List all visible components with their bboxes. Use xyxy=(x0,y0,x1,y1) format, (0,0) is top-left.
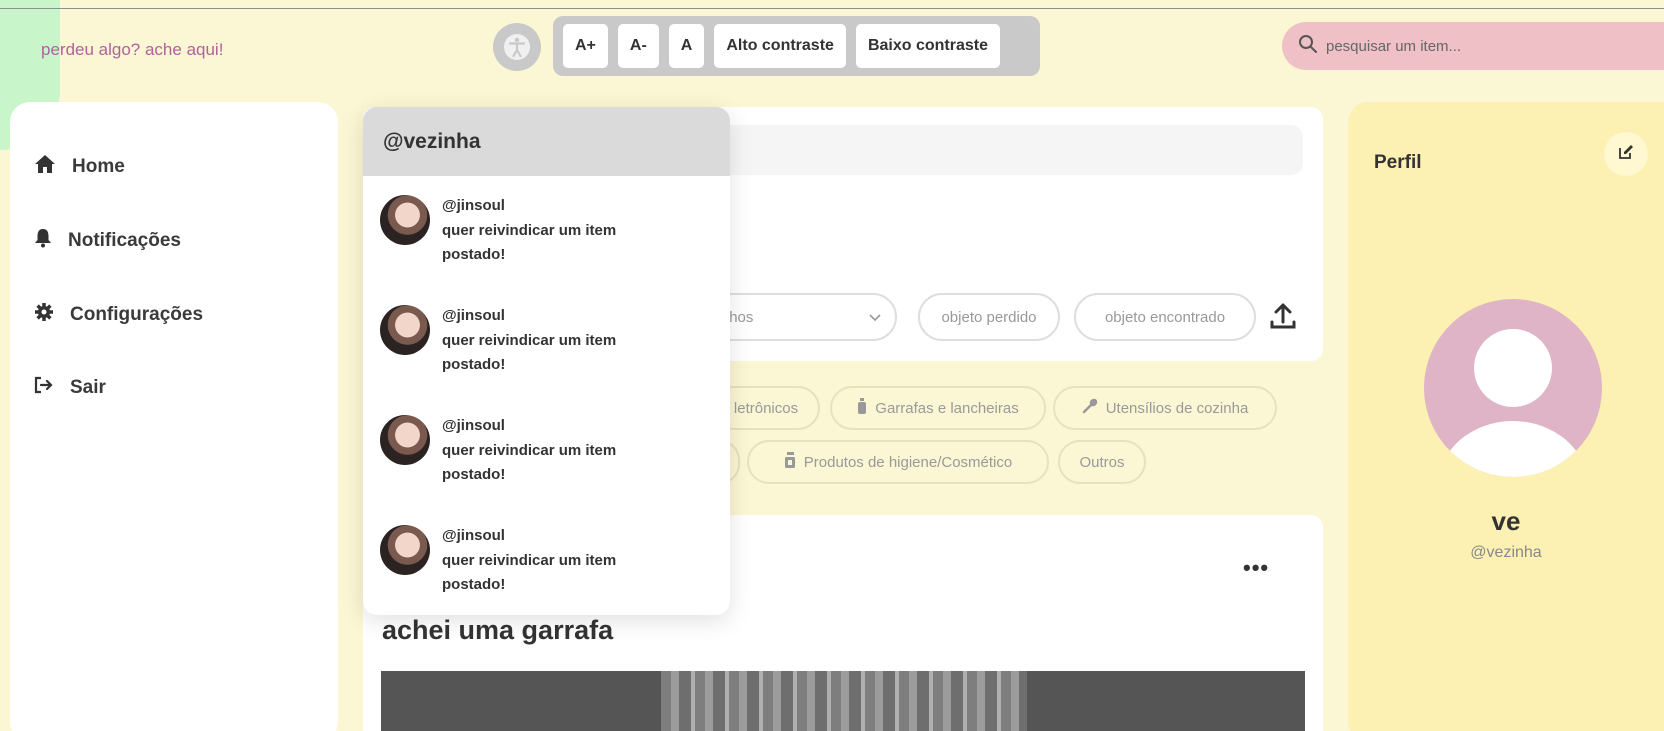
home-icon xyxy=(34,154,56,180)
gear-icon xyxy=(34,302,54,328)
sidebar-item-label: Home xyxy=(72,156,125,177)
avatar xyxy=(380,525,430,575)
sidebar-item-label: Sair xyxy=(70,377,106,398)
search-input[interactable] xyxy=(1326,37,1626,55)
profile-panel: Perfil ve @vezinha xyxy=(1348,102,1664,731)
font-reset-button[interactable]: A xyxy=(668,24,705,68)
lost-object-button[interactable]: objeto perdido xyxy=(918,293,1060,341)
filter-chip-bottles[interactable]: Garrafas e lancheiras xyxy=(830,386,1046,430)
filter-chip-kitchen[interactable]: Utensílios de cozinha xyxy=(1053,386,1277,430)
notification-item[interactable]: @jinsoul quer reivindicar um item postad… xyxy=(380,415,720,505)
notification-user: @jinsoul xyxy=(442,417,505,434)
edit-profile-button[interactable] xyxy=(1604,132,1648,176)
avatar xyxy=(380,305,430,355)
avatar xyxy=(380,415,430,465)
notification-user: @jinsoul xyxy=(442,197,505,214)
search-icon[interactable] xyxy=(1298,34,1318,59)
notification-text: quer reivindicar um item postado! xyxy=(442,332,617,373)
avatar xyxy=(380,195,430,245)
bottle-icon xyxy=(857,398,867,418)
sidebar-item-settings[interactable]: Configurações xyxy=(34,302,203,328)
accessibility-icon[interactable] xyxy=(493,23,541,71)
post-image xyxy=(381,671,1305,731)
notification-text: quer reivindicar um item postado! xyxy=(442,442,617,483)
notification-item[interactable]: @jinsoul quer reivindicar um item postad… xyxy=(380,195,720,285)
chevron-down-icon xyxy=(869,309,881,326)
chip-label: Produtos de higiene/Cosmético xyxy=(803,453,1013,471)
profile-handle: @vezinha xyxy=(1470,544,1542,561)
sidebar-item-notifications[interactable]: Notificações xyxy=(34,228,181,254)
profile-name: ve xyxy=(1491,506,1521,536)
profile-title: Perfil xyxy=(1374,152,1422,173)
profile-avatar xyxy=(1424,299,1602,477)
top-divider xyxy=(0,8,1664,9)
avatar-body-shape xyxy=(1438,421,1588,477)
filter-chip-hygiene[interactable]: Produtos de higiene/Cosmético xyxy=(747,440,1049,484)
search-bar xyxy=(1282,22,1664,70)
notification-item[interactable]: @jinsoul quer reivindicar um item postad… xyxy=(380,305,720,395)
chip-label: Garrafas e lancheiras xyxy=(875,399,1019,417)
font-increase-button[interactable]: A+ xyxy=(563,24,608,68)
notification-user: @jinsoul xyxy=(442,527,505,544)
bell-icon xyxy=(34,228,52,254)
notifications-dropdown: @vezinha @jinsoul quer reivindicar um it… xyxy=(363,107,730,615)
font-decrease-button[interactable]: A- xyxy=(617,24,659,68)
notification-text: quer reivindicar um item postado! xyxy=(442,552,617,593)
upload-icon[interactable] xyxy=(1270,302,1296,335)
notification-item[interactable]: @jinsoul quer reivindicar um item postad… xyxy=(380,525,720,615)
high-contrast-button[interactable]: Alto contraste xyxy=(714,24,846,68)
sidebar: Home Notificações Configurações Sair xyxy=(10,102,338,731)
sidebar-item-label: Notificações xyxy=(68,230,181,251)
accessibility-toolbar: A+ A- A Alto contraste Baixo contraste xyxy=(553,16,1040,76)
edit-icon xyxy=(1618,144,1634,165)
sidebar-item-logout[interactable]: Sair xyxy=(34,376,106,400)
spoon-icon xyxy=(1082,398,1098,418)
brand-tagline[interactable]: perdeu algo? ache aqui! xyxy=(41,40,223,60)
notifications-header: @vezinha xyxy=(363,107,730,176)
notification-text: quer reivindicar um item postado! xyxy=(442,222,617,263)
logout-icon xyxy=(34,376,54,400)
more-options-button[interactable]: ••• xyxy=(1243,555,1269,581)
chip-label: Utensílios de cozinha xyxy=(1105,399,1249,417)
post-title: achei uma garrafa xyxy=(382,615,614,645)
bottle-photo xyxy=(661,671,1027,731)
low-contrast-button[interactable]: Baixo contraste xyxy=(855,24,1000,68)
sidebar-item-home[interactable]: Home xyxy=(34,154,125,180)
found-object-button[interactable]: objeto encontrado xyxy=(1074,293,1256,341)
notification-user: @jinsoul xyxy=(442,307,505,324)
spray-bottle-icon xyxy=(784,452,796,472)
filter-chip-others[interactable]: Outros xyxy=(1058,440,1146,484)
avatar-head-shape xyxy=(1474,329,1552,407)
sidebar-item-label: Configurações xyxy=(70,304,204,325)
